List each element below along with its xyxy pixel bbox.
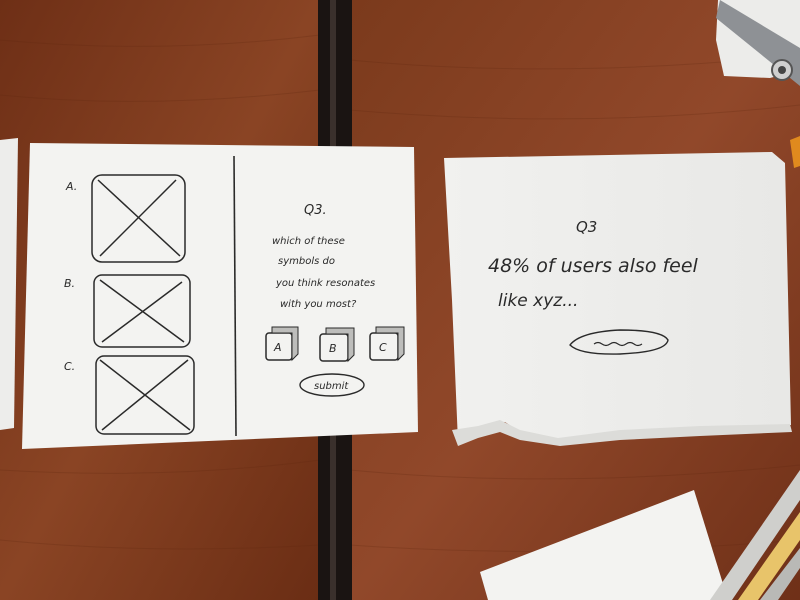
- right-card: [444, 152, 791, 442]
- question-line-3: you think resonates: [275, 278, 375, 289]
- result-line-1: 48% of users also feel: [488, 255, 699, 277]
- option-c-label: C.: [64, 360, 75, 373]
- submit-label: submit: [314, 381, 349, 392]
- option-a-label: A.: [65, 180, 77, 193]
- question-line-1: which of these: [272, 236, 345, 247]
- photo-scene: A. B. C. Q3. which of these symbols do y…: [0, 0, 800, 600]
- question-line-4: with you most?: [280, 299, 357, 310]
- question-title: Q3.: [304, 203, 327, 218]
- question-line-2: symbols do: [278, 256, 335, 267]
- result-line-2: like xyz...: [498, 291, 578, 311]
- left-card: [22, 143, 418, 449]
- answer-button-b-label: B: [329, 342, 337, 355]
- result-title: Q3: [576, 218, 597, 236]
- answer-button-c-label: C: [379, 341, 387, 354]
- answer-button-a-label: A: [273, 341, 282, 354]
- option-b-label: B.: [64, 277, 75, 290]
